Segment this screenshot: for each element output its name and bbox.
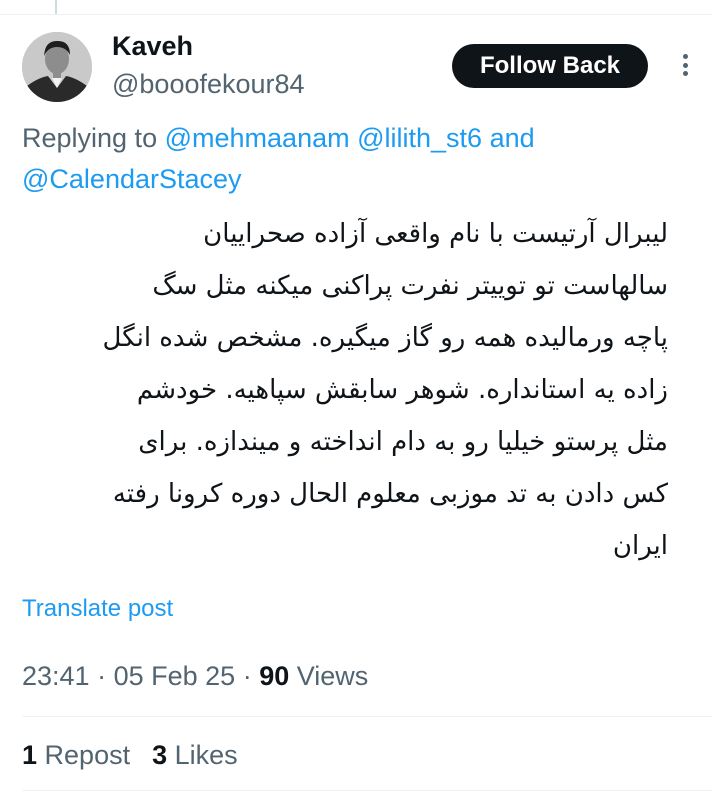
mention-link[interactable]: @CalendarStacey	[22, 164, 242, 194]
post-time[interactable]: 23:41	[22, 661, 90, 691]
mention-joiner: and	[489, 123, 535, 153]
reposts-stat[interactable]: 1 Repost	[22, 737, 130, 773]
replying-to-line: Replying to @mehmaanam @lilith_st6 and @…	[22, 118, 662, 200]
reposts-label: Repost	[44, 740, 131, 770]
meta-separator: ·	[97, 661, 114, 691]
translate-post-link[interactable]: Translate post	[22, 595, 173, 623]
avatar-image	[22, 32, 92, 102]
divider	[22, 790, 712, 791]
user-handle[interactable]: @booofekour84	[112, 66, 305, 102]
views-label: Views	[296, 661, 369, 691]
author-names: Kaveh @booofekour84	[112, 28, 305, 102]
mention-link[interactable]: @lilith_st6	[357, 123, 482, 153]
more-dot	[682, 62, 688, 68]
post-header: Kaveh @booofekour84 Follow Back	[22, 28, 712, 108]
more-dot	[682, 71, 688, 76]
divider	[22, 716, 712, 717]
reposts-count: 1	[22, 740, 38, 770]
engagement-stats: 1 Repost 3 Likes	[22, 737, 238, 773]
post-date[interactable]: 05 Feb 25	[114, 661, 236, 691]
replying-prefix: Replying to	[22, 123, 158, 153]
likes-stat[interactable]: 3 Likes	[152, 737, 238, 773]
display-name[interactable]: Kaveh	[112, 28, 305, 64]
views-count: 90	[259, 661, 290, 691]
meta-separator: ·	[242, 661, 260, 691]
post-body: لیبرال آرتیست با نام واقعی آزاده صحراییا…	[102, 219, 668, 561]
more-dot	[682, 54, 688, 59]
thread-connector-line	[55, 0, 57, 14]
mention-link[interactable]: @mehmaanam	[165, 123, 350, 153]
likes-count: 3	[152, 740, 168, 770]
top-divider	[0, 14, 712, 15]
likes-label: Likes	[174, 740, 238, 770]
post-meta: 23:41 · 05 Feb 25 · 90 Views	[22, 658, 368, 694]
avatar[interactable]	[22, 32, 92, 102]
more-icon[interactable]	[672, 50, 698, 80]
follow-back-button[interactable]: Follow Back	[452, 44, 648, 88]
